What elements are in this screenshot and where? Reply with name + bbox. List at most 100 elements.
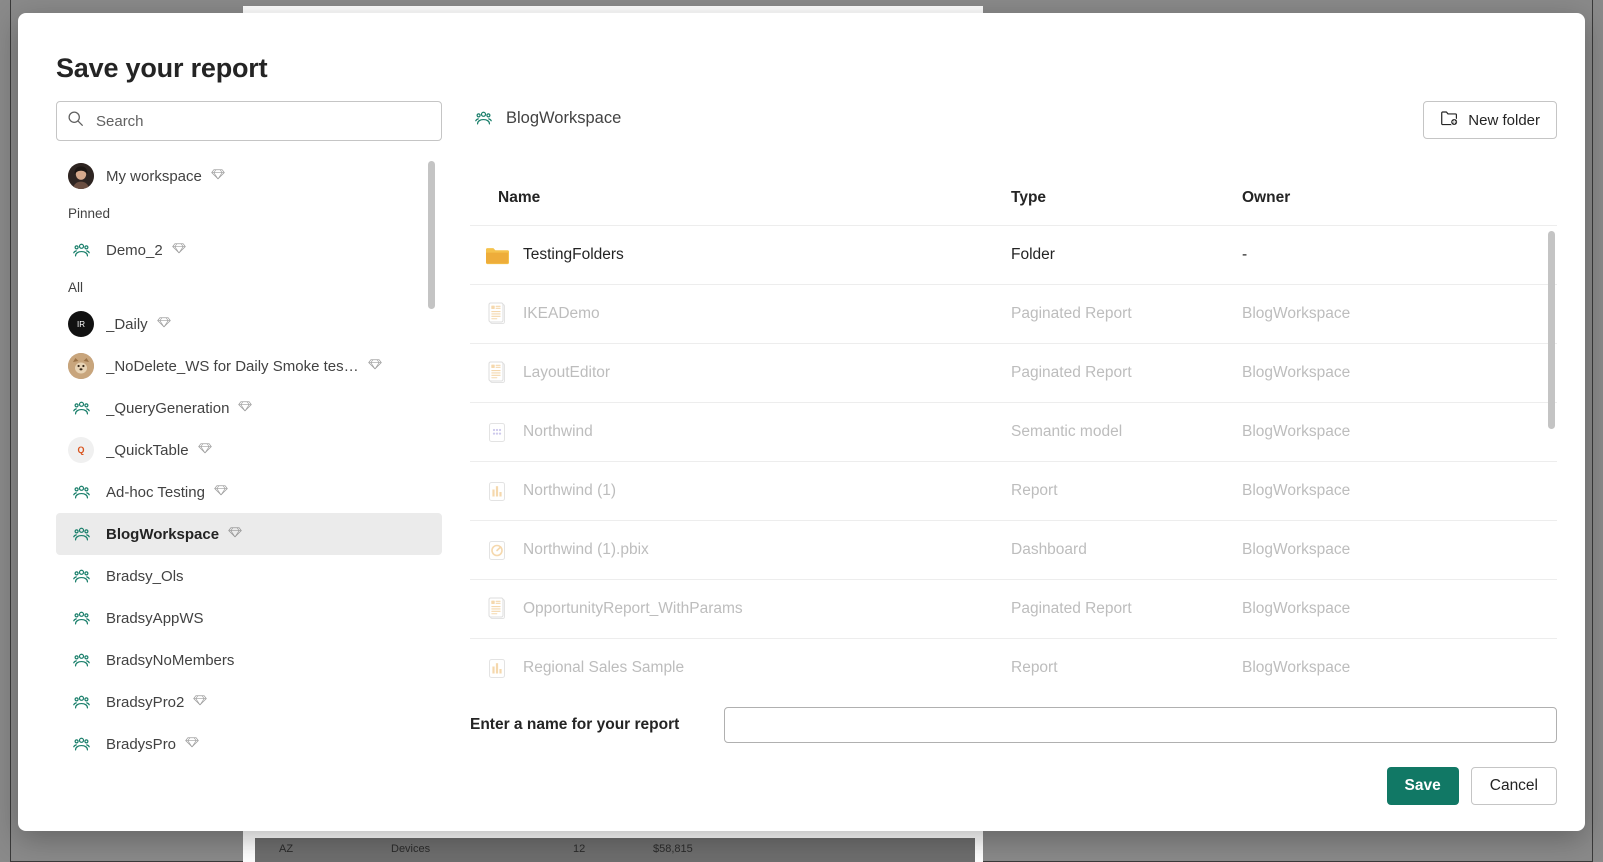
sidebar-item-label: _Daily — [106, 315, 148, 333]
sidebar-item-label: Ad-hoc Testing — [106, 483, 205, 501]
avatar — [68, 163, 94, 189]
avatar: IR — [68, 311, 94, 337]
sidebar-item-label: BradsyAppWS — [106, 609, 204, 627]
sidebar-item-bradsypro2[interactable]: BradsyPro2 — [56, 681, 442, 723]
sidebar-item-ad-hoc-testing[interactable]: Ad-hoc Testing — [56, 471, 442, 513]
new-folder-label: New folder — [1468, 111, 1540, 129]
sidebar-item-quicktable[interactable]: Q _QuickTable — [56, 429, 442, 471]
cell-owner: - — [1242, 246, 1248, 263]
paginated-report-icon — [484, 360, 510, 386]
sidebar-item-bradsy-ols[interactable]: Bradsy_Ols — [56, 555, 442, 597]
premium-gem-icon — [238, 399, 253, 418]
sidebar-item-nodelete-ws-for-daily-smoke-tes[interactable]: _NoDelete_WS for Daily Smoke tes… — [56, 345, 442, 387]
dashboard-icon — [484, 537, 510, 563]
save-button[interactable]: Save — [1386, 767, 1459, 805]
cell-name: LayoutEditor — [523, 364, 611, 381]
cell-name: IKEADemo — [523, 305, 600, 322]
cell-type: Folder — [1011, 246, 1055, 263]
cancel-button[interactable]: Cancel — [1470, 767, 1557, 805]
sidebar-item-label: BradsyNoMembers — [106, 651, 235, 669]
breadcrumb: BlogWorkspace — [470, 101, 1557, 135]
cell-type: Paginated Report — [1011, 305, 1132, 322]
item-table-body: TestingFolders Folder - IKEADemo Paginated … — [470, 225, 1557, 687]
background-cell-count: 12 — [573, 843, 586, 855]
premium-gem-icon — [367, 357, 382, 376]
item-table-scrollbar-thumb[interactable] — [1548, 231, 1555, 429]
sidebar-item-label: BradysPro — [106, 735, 177, 753]
sidebar-item-bradyspro[interactable]: BradysPro — [56, 723, 442, 765]
cell-name: TestingFolders — [523, 246, 624, 263]
workspace-icon — [68, 689, 94, 715]
workspace-list[interactable]: My workspace Pinned Demo_2 All IR _Daily _… — [56, 155, 442, 801]
cell-owner: BlogWorkspace — [1242, 364, 1351, 381]
sidebar-item-label: _QuickTable — [106, 441, 189, 459]
sidebar-item-bradsynomembers[interactable]: BradsyNoMembers — [56, 639, 442, 681]
sidebar-item-label: BlogWorkspace — [106, 525, 220, 543]
workspace-icon — [68, 605, 94, 631]
workspace-icon — [470, 105, 496, 131]
table-header-row: Name Type Owner — [470, 179, 1557, 217]
avatar — [68, 353, 94, 379]
cell-owner: BlogWorkspace — [1242, 541, 1351, 558]
cell-type: Report — [1011, 659, 1058, 676]
paginated-report-icon — [484, 301, 510, 327]
new-folder-button[interactable]: New folder — [1423, 101, 1557, 139]
workspace-icon — [68, 647, 94, 673]
avatar: Q — [68, 437, 94, 463]
search-box[interactable] — [56, 101, 442, 141]
semantic-model-icon — [484, 419, 510, 445]
cell-name: Northwind — [523, 423, 593, 440]
report-name-label: Enter a name for your report — [470, 716, 680, 733]
table-row: OpportunityReport_WithParams Paginated Re… — [470, 579, 1557, 638]
sidebar-item-bradsyappws[interactable]: BradsyAppWS — [56, 597, 442, 639]
sidebar-item-label: BradsyPro2 — [106, 693, 185, 711]
breadcrumb-label: BlogWorkspace — [506, 108, 622, 127]
sidebar-item-daily[interactable]: IR _Daily — [56, 303, 442, 345]
dialog-title: Save your report — [56, 53, 268, 83]
column-header-owner[interactable]: Owner — [1242, 189, 1290, 207]
sidebar-item-querygeneration[interactable]: _QueryGeneration — [56, 387, 442, 429]
cell-type: Semantic model — [1011, 423, 1123, 440]
report-name-input[interactable] — [724, 707, 1557, 743]
search-input[interactable] — [94, 102, 431, 140]
sidebar-item-label: _NoDelete_WS for Daily Smoke tes… — [106, 357, 359, 375]
new-folder-icon — [1440, 109, 1459, 131]
sidebar-item-demo-2[interactable]: Demo_2 — [56, 229, 442, 271]
column-header-type[interactable]: Type — [1011, 189, 1046, 207]
table-row: IKEADemo Paginated Report BlogWorkspace — [470, 284, 1557, 343]
paginated-report-icon — [484, 596, 510, 622]
cell-type: Paginated Report — [1011, 600, 1132, 617]
cell-owner: BlogWorkspace — [1242, 659, 1351, 676]
workspace-icon — [68, 237, 94, 263]
sidebar-item-label: Demo_2 — [106, 241, 163, 259]
workspace-list-scrollbar-thumb[interactable] — [428, 161, 435, 309]
search-icon — [67, 110, 94, 132]
sidebar-item-label: Bradsy_Ols — [106, 567, 184, 585]
sidebar-item-blogworkspace[interactable]: BlogWorkspace — [56, 513, 442, 555]
background-cell-amount: $58,815 — [653, 843, 693, 855]
cell-name: Northwind (1) — [523, 482, 617, 499]
cell-name: Regional Sales Sample — [523, 659, 685, 676]
table-row: LayoutEditor Paginated Report BlogWorkspac… — [470, 343, 1557, 402]
cell-type: Report — [1011, 482, 1058, 499]
premium-gem-icon — [157, 315, 171, 334]
cell-owner: BlogWorkspace — [1242, 600, 1351, 617]
premium-gem-icon — [185, 735, 199, 754]
column-header-name[interactable]: Name — [498, 189, 540, 207]
workspace-group-pinned: Pinned — [68, 205, 111, 221]
background-cell-category: Devices — [391, 843, 431, 855]
sidebar-item-my-workspace[interactable]: My workspace — [56, 155, 442, 197]
cell-owner: BlogWorkspace — [1242, 423, 1351, 440]
sidebar-item-label: My workspace — [106, 167, 202, 185]
cell-type: Paginated Report — [1011, 364, 1132, 381]
workspace-icon — [68, 521, 94, 547]
table-row[interactable]: TestingFolders Folder - — [470, 225, 1557, 284]
report-icon — [484, 478, 510, 504]
background-cell-state: AZ — [279, 843, 294, 855]
workspace-group-all: All — [68, 279, 84, 295]
report-name-row: Enter a name for your report — [470, 707, 1557, 743]
premium-gem-icon — [197, 441, 212, 460]
table-row: Regional Sales Sample Report BlogWorkspace — [470, 638, 1557, 687]
workspace-picker-panel: My workspace Pinned Demo_2 All IR _Daily _… — [56, 101, 442, 801]
cell-owner: BlogWorkspace — [1242, 482, 1351, 499]
